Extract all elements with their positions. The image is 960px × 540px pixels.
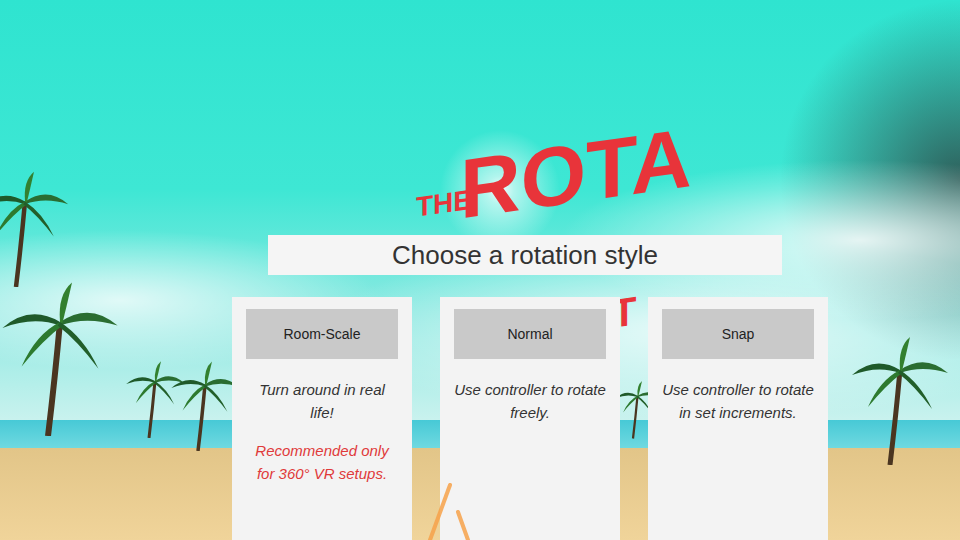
option-card: Normal Use controller to rotate freely. [440,297,620,540]
palm-tree-icon [0,280,120,436]
option-button[interactable]: Room-Scale [246,309,398,359]
option-card: Room-Scale Turn around in real life! Recom… [232,297,412,540]
game-logo: THEROTA [412,146,472,222]
option-list: Room-Scale Turn around in real life! Recom… [232,297,832,540]
palm-tree-icon [125,360,185,438]
palm-tree-icon [850,335,950,465]
laser-pointer-icon [420,480,480,540]
palm-tree-icon [0,170,70,287]
option-card: Snap Use controller to rotate in set incr… [648,297,828,540]
rotation-menu: Choose a rotation style Room-Scale Turn ar… [232,235,832,540]
option-description: Turn around in real life! [246,379,398,424]
option-description: Use controller to rotate in set incremen… [662,379,814,424]
option-note: Recommended only for 360° VR setups. [246,440,398,485]
palm-tree-icon [170,360,240,451]
option-description: Use controller to rotate freely. [454,379,606,424]
option-button[interactable]: Snap [662,309,814,359]
option-button[interactable]: Normal [454,309,606,359]
menu-title: Choose a rotation style [268,235,782,275]
beach-scene: THEROTATChoose a rotation styleRoom-Scal… [0,0,960,540]
